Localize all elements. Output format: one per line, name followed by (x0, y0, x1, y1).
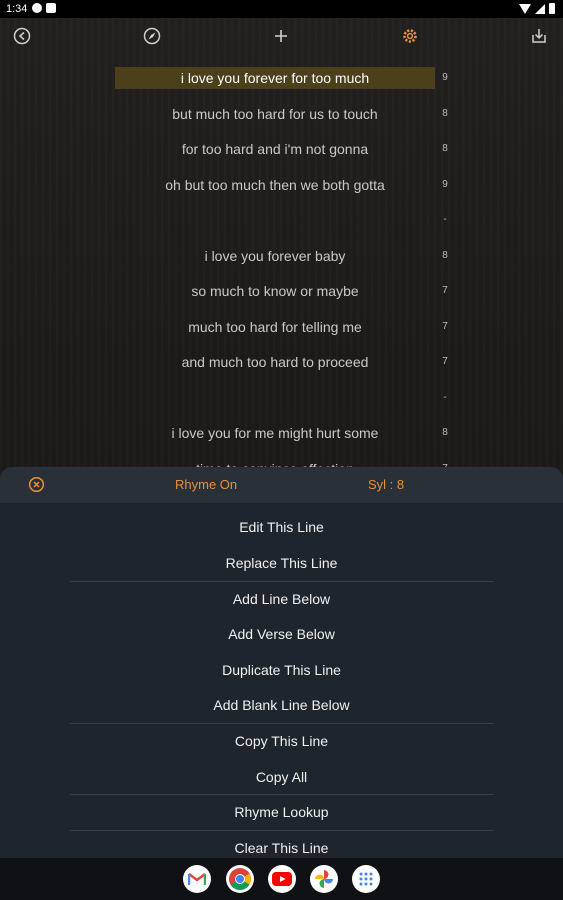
wifi-icon (519, 3, 531, 14)
menu-item-copy-line[interactable]: Copy This Line (0, 724, 563, 759)
status-bar: 1:34 (0, 0, 563, 18)
lyric-text: oh but too much then we both gotta (165, 177, 385, 193)
syllable-count: - (443, 214, 447, 225)
lyric-text: and much too hard to proceed (181, 354, 369, 370)
menu-item-clear-line[interactable]: Clear This Line (0, 831, 563, 858)
syllable-count: 7 (442, 321, 448, 332)
settings-button[interactable] (398, 24, 422, 48)
gmail-icon (188, 873, 206, 885)
menu-item-add-verse-below[interactable]: Add Verse Below (0, 617, 563, 652)
syllable-count: 7 (442, 356, 448, 367)
youtube-icon (272, 872, 292, 886)
close-icon[interactable] (28, 476, 45, 493)
sd-card-icon (46, 3, 56, 13)
lyric-text: i love you forever baby (204, 248, 346, 264)
lyric-text: so much to know or maybe (191, 283, 359, 299)
lyric-line[interactable]: i love you for me might hurt some 8 (0, 422, 563, 444)
lyric-line[interactable]: - (0, 387, 563, 409)
add-button[interactable] (269, 24, 293, 48)
lyric-line[interactable]: - (0, 209, 563, 231)
app-drawer[interactable] (352, 865, 380, 893)
photos-app[interactable] (310, 865, 338, 893)
back-button[interactable] (10, 24, 34, 48)
lyric-line[interactable]: oh but too much then we both gotta 9 (0, 174, 563, 196)
lyric-line[interactable]: for too hard and i'm not gonna 8 (0, 138, 563, 160)
lyric-line[interactable]: much too hard for telling me 7 (0, 316, 563, 338)
gear-icon (403, 29, 417, 43)
lyric-line[interactable]: i love you forever baby 8 (0, 245, 563, 267)
syllable-count: - (443, 392, 447, 403)
menu-item-duplicate-line[interactable]: Duplicate This Line (0, 653, 563, 688)
plus-icon (275, 30, 287, 42)
bottom-sheet-header: Rhyme On Syl : 8 (0, 467, 563, 503)
back-circle-icon (13, 27, 31, 45)
syllable-count: 9 (442, 179, 448, 190)
menu-item-rhyme-lookup[interactable]: Rhyme Lookup (0, 795, 563, 830)
app-dock (0, 858, 563, 900)
notification-icon (32, 3, 42, 13)
lyric-line[interactable]: so much to know or maybe 7 (0, 280, 563, 302)
status-time: 1:34 (6, 3, 28, 15)
lyric-text: much too hard for telling me (188, 319, 362, 335)
lyric-text: i love you for me might hurt some (171, 425, 379, 441)
photos-icon (315, 870, 333, 888)
menu-item-copy-all[interactable]: Copy All (0, 760, 563, 795)
chrome-icon (229, 868, 251, 890)
signal-icon (535, 3, 545, 14)
lyric-line[interactable]: but much too hard for us to touch 8 (0, 103, 563, 125)
app-drawer-icon (359, 872, 373, 886)
lyric-line[interactable]: and much too hard to proceed 7 (0, 351, 563, 373)
compass-icon (143, 27, 161, 45)
menu-item-add-line-below[interactable]: Add Line Below (0, 582, 563, 617)
syllable-count: 8 (442, 108, 448, 119)
download-button[interactable] (527, 24, 551, 48)
syllable-count: 8 (442, 250, 448, 261)
menu-item-edit-line[interactable]: Edit This Line (0, 510, 563, 545)
syllable-count: 8 (442, 143, 448, 154)
rhyme-toggle[interactable]: Rhyme On (175, 477, 237, 492)
lyric-line[interactable]: i love you forever for too much 9 (0, 67, 563, 89)
gmail-app[interactable] (183, 865, 211, 893)
lyric-text: but much too hard for us to touch (172, 106, 378, 122)
line-action-menu: Edit This Line Replace This Line Add Lin… (0, 503, 563, 858)
chrome-app[interactable] (226, 865, 254, 893)
menu-item-replace-line[interactable]: Replace This Line (0, 546, 563, 581)
menu-item-add-blank-line[interactable]: Add Blank Line Below (0, 688, 563, 723)
toolbar (0, 18, 563, 54)
battery-icon (549, 3, 555, 14)
lyric-text: i love you forever for too much (115, 67, 435, 89)
syllable-count: 9 (442, 72, 448, 83)
syllable-count: 8 (442, 427, 448, 438)
download-icon (532, 29, 546, 43)
syllable-indicator: Syl : 8 (368, 477, 405, 492)
lyric-text: for too hard and i'm not gonna (181, 141, 369, 157)
syllable-count: 7 (442, 285, 448, 296)
compass-button[interactable] (140, 24, 164, 48)
youtube-app[interactable] (268, 865, 296, 893)
